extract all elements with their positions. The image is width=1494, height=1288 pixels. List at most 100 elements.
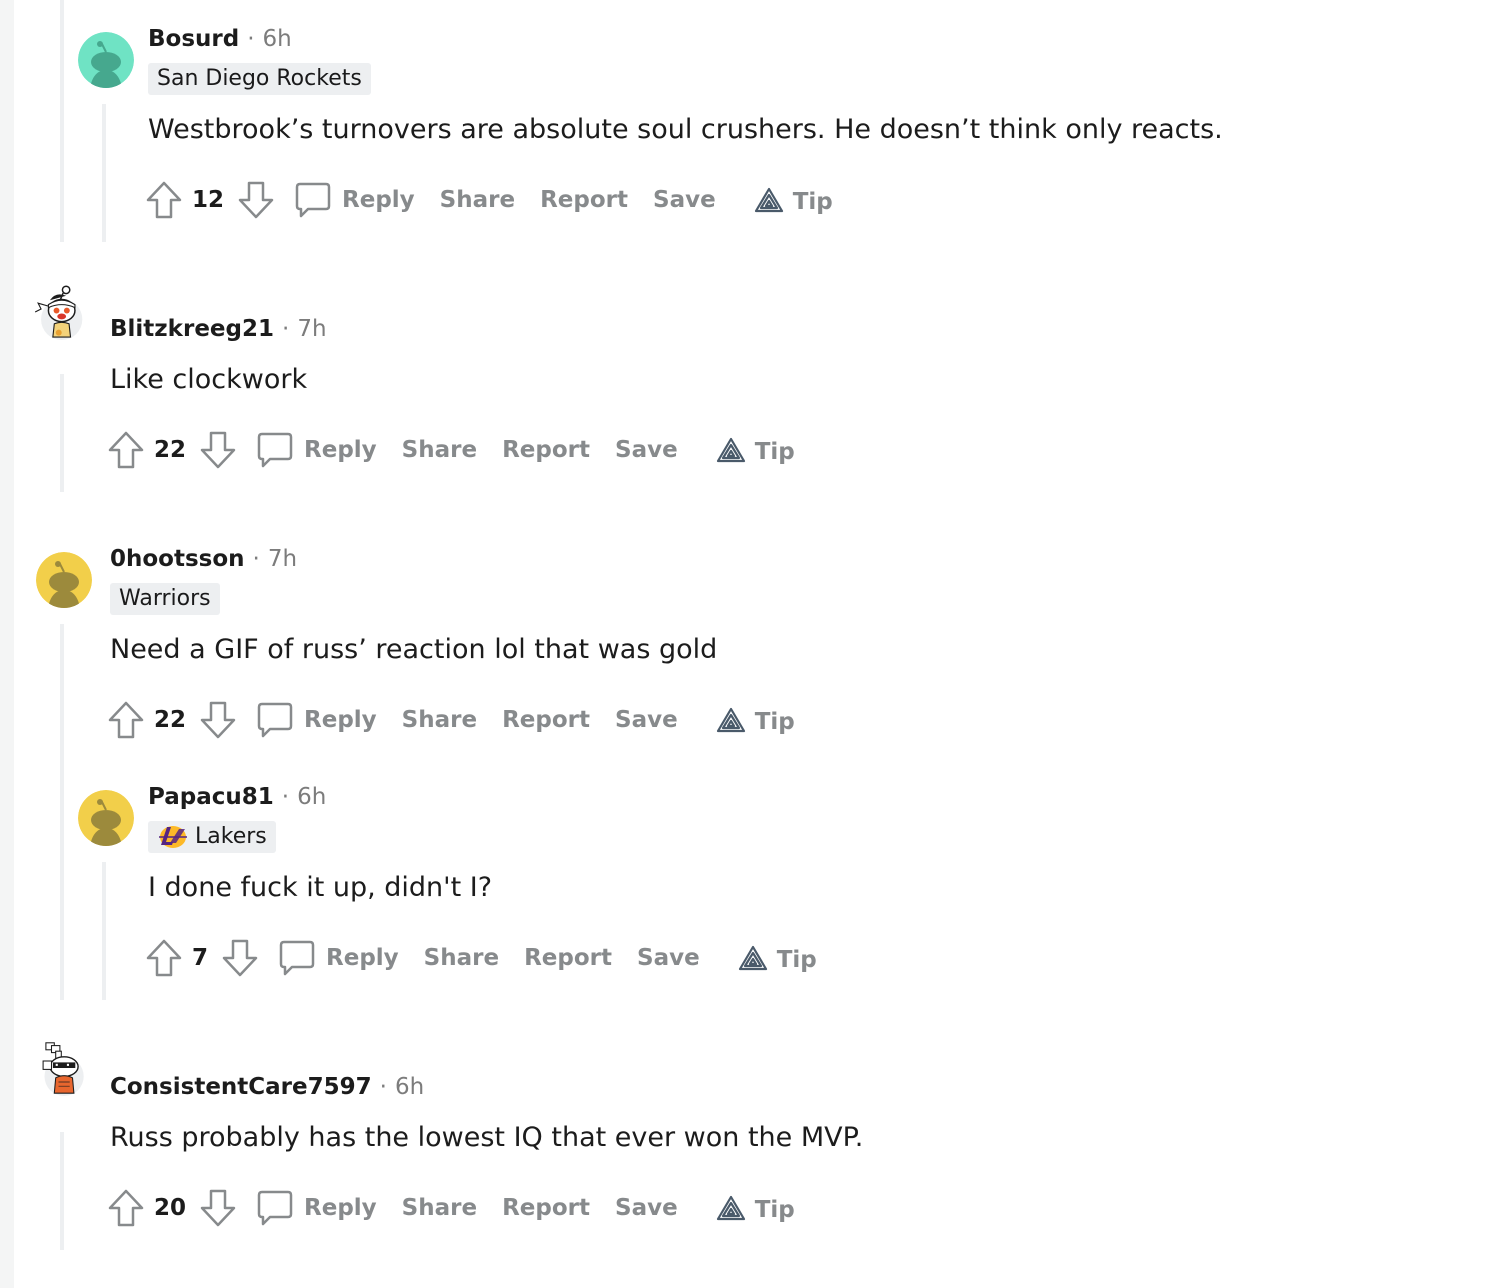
user-flair: Warriors (110, 583, 220, 615)
timestamp[interactable]: 6h (297, 784, 326, 810)
vote-score: 22 (154, 707, 187, 733)
flair-text: San Diego Rockets (157, 66, 362, 91)
thread-line[interactable] (102, 862, 106, 1000)
user-avatar[interactable] (78, 32, 134, 88)
downvote-arrow-icon (200, 701, 236, 739)
upvote-arrow-icon (108, 1189, 144, 1227)
tip-label: Tip (754, 1197, 795, 1223)
author-name[interactable]: Blitzkreeg21 (110, 316, 274, 342)
vote-score: 12 (192, 187, 225, 213)
author-name[interactable]: Bosurd (148, 26, 239, 52)
save-button[interactable]: Save (615, 437, 678, 463)
comment-body: Westbrook’s turnovers are absolute soul … (148, 114, 1223, 145)
save-button[interactable]: Save (615, 707, 678, 733)
tip-button[interactable]: Tip (715, 705, 795, 735)
share-button[interactable]: Share (424, 945, 499, 971)
downvote-button[interactable] (198, 700, 238, 740)
downvote-arrow-icon (238, 181, 274, 219)
upvote-button[interactable] (144, 938, 184, 978)
comment-actions: 22 Reply Share Report Save Tip (106, 698, 795, 742)
user-avatar[interactable] (78, 790, 134, 846)
comment-body: Russ probably has the lowest IQ that eve… (110, 1122, 864, 1153)
tip-button[interactable]: Tip (737, 943, 817, 973)
comment-body: I done fuck it up, didn't I? (148, 872, 493, 903)
reply-button[interactable]: Reply (304, 437, 377, 463)
vote-score: 22 (154, 437, 187, 463)
thread-line[interactable] (102, 104, 106, 242)
tip-label: Tip (792, 189, 833, 215)
upvote-button[interactable] (106, 1188, 146, 1228)
user-flair: San Diego Rockets (148, 63, 371, 95)
user-flair: Lakers (148, 821, 276, 853)
comment-body: Like clockwork (110, 364, 308, 395)
default-snoo-yellow-icon (78, 790, 134, 846)
share-button[interactable]: Share (440, 187, 515, 213)
reply-button[interactable]: Reply (342, 187, 415, 213)
report-button[interactable]: Report (524, 945, 612, 971)
thread-line[interactable] (60, 624, 64, 1000)
flair-text: Warriors (119, 586, 211, 611)
share-button[interactable]: Share (402, 707, 477, 733)
author-name[interactable]: Papacu81 (148, 784, 274, 810)
downvote-button[interactable] (236, 180, 276, 220)
upvote-arrow-icon (108, 431, 144, 469)
tip-button[interactable]: Tip (715, 1193, 795, 1223)
upvote-button[interactable] (106, 430, 146, 470)
tip-button[interactable]: Tip (715, 435, 795, 465)
upvote-button[interactable] (106, 700, 146, 740)
downvote-button[interactable] (198, 1188, 238, 1228)
report-button[interactable]: Report (502, 1195, 590, 1221)
share-button[interactable]: Share (402, 437, 477, 463)
separator-dot: · (252, 546, 260, 572)
timestamp[interactable]: 6h (395, 1074, 424, 1100)
reply-button[interactable]: Reply (326, 945, 399, 971)
author-name[interactable]: ConsistentCare7597 (110, 1074, 372, 1100)
timestamp[interactable]: 7h (297, 316, 326, 342)
comment-bubble-icon[interactable] (256, 701, 294, 739)
upvote-button[interactable] (144, 180, 184, 220)
user-avatar[interactable] (34, 1040, 96, 1120)
lakers-logo-icon (159, 826, 187, 848)
tip-label: Tip (754, 439, 795, 465)
upvote-arrow-icon (146, 181, 182, 219)
tip-button[interactable]: Tip (753, 185, 833, 215)
downvote-button[interactable] (198, 430, 238, 470)
comment-bubble-icon[interactable] (256, 1189, 294, 1227)
thread-line[interactable] (60, 1132, 64, 1250)
reply-button[interactable]: Reply (304, 707, 377, 733)
comment-actions: 12 Reply Share Report Save Tip (144, 178, 833, 222)
tip-triangle-icon (738, 945, 767, 971)
author-name[interactable]: 0hootsson (110, 546, 245, 572)
vote-score: 20 (154, 1195, 187, 1221)
thread-line[interactable] (60, 0, 64, 242)
report-button[interactable]: Report (502, 707, 590, 733)
comment-body: Need a GIF of russ’ reaction lol that wa… (110, 634, 718, 665)
comment-bubble-icon[interactable] (278, 939, 316, 977)
comment-actions: 22 Reply Share Report Save Tip (106, 428, 795, 472)
save-button[interactable]: Save (637, 945, 700, 971)
save-button[interactable]: Save (653, 187, 716, 213)
report-button[interactable]: Report (540, 187, 628, 213)
upvote-arrow-icon (108, 701, 144, 739)
thread-line[interactable] (60, 374, 64, 492)
reply-button[interactable]: Reply (304, 1195, 377, 1221)
comment-bubble-icon[interactable] (256, 431, 294, 469)
report-button[interactable]: Report (502, 437, 590, 463)
user-avatar[interactable] (30, 284, 96, 360)
comment-bubble-icon[interactable] (294, 181, 332, 219)
comment-meta: ConsistentCare7597 · 6h (110, 1074, 424, 1100)
separator-dot: · (247, 26, 255, 52)
timestamp[interactable]: 7h (268, 546, 297, 572)
timestamp[interactable]: 6h (263, 26, 292, 52)
downvote-button[interactable] (220, 938, 260, 978)
comment-meta: Bosurd · 6h (148, 26, 292, 52)
save-button[interactable]: Save (615, 1195, 678, 1221)
comment-meta: Papacu81 · 6h (148, 784, 326, 810)
tip-triangle-icon (716, 707, 745, 733)
tip-triangle-icon (754, 187, 783, 213)
share-button[interactable]: Share (402, 1195, 477, 1221)
tip-triangle-icon (716, 437, 745, 463)
user-avatar[interactable] (36, 552, 92, 608)
custom-snoo-headband-icon (34, 285, 83, 340)
tip-label: Tip (776, 947, 817, 973)
